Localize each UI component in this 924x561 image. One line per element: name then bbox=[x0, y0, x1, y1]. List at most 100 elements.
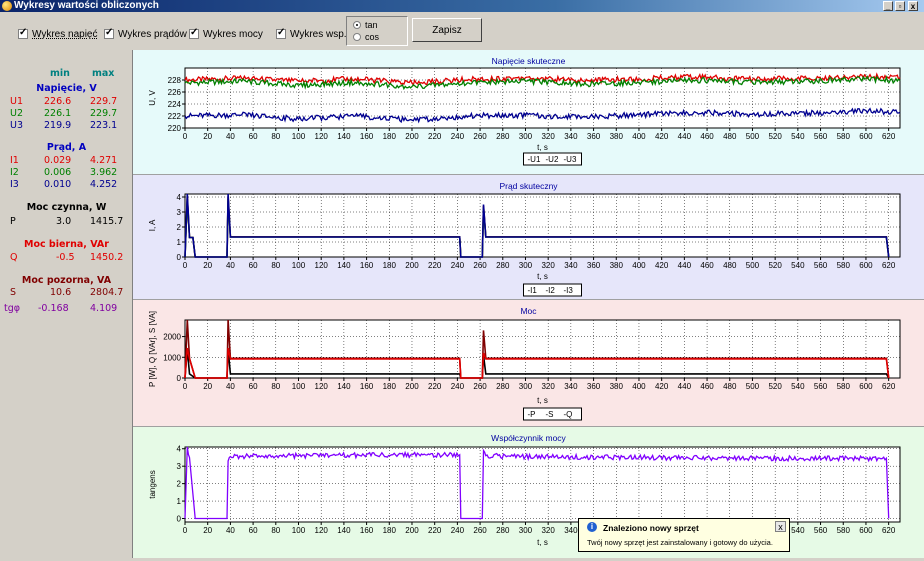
radio-dot[interactable] bbox=[353, 33, 361, 41]
x-tick-label: 240 bbox=[451, 382, 465, 391]
checkbox-box[interactable] bbox=[276, 27, 286, 39]
toolbar: Wykres napięć Wykres prądów Wykres mocy … bbox=[0, 12, 924, 50]
stat-max: 229.7 bbox=[90, 96, 118, 107]
y-axis-label: U, V bbox=[148, 90, 157, 106]
y-tick-label: 1000 bbox=[163, 353, 181, 362]
legend-entry: -I2 bbox=[546, 286, 556, 295]
y-tick-label: 4 bbox=[177, 193, 182, 202]
charts-area: Napięcie skuteczne 0 20 40 60 80 100 120 140 160… bbox=[133, 50, 924, 558]
stat-max: 4.109 bbox=[90, 303, 118, 314]
x-tick-label: 500 bbox=[746, 261, 760, 270]
x-tick-label: 620 bbox=[882, 132, 896, 141]
stat-min: 0.029 bbox=[44, 155, 72, 166]
checkbox-box[interactable] bbox=[18, 27, 28, 39]
x-tick-label: 20 bbox=[203, 132, 212, 141]
stat-name: I2 bbox=[10, 167, 19, 178]
x-tick-label: 80 bbox=[271, 382, 280, 391]
minimize-button[interactable]: _ bbox=[883, 1, 893, 11]
y-tick-label: 0 bbox=[177, 515, 182, 524]
checkbox-current-chart[interactable]: Wykres prądów bbox=[104, 27, 187, 41]
y-tick-label: 220 bbox=[168, 124, 182, 133]
x-tick-label: 80 bbox=[271, 132, 280, 141]
checkbox-box[interactable] bbox=[104, 27, 114, 39]
y-tick-label: 0 bbox=[177, 253, 182, 262]
x-tick-label: 20 bbox=[203, 526, 212, 535]
x-tick-label: 320 bbox=[541, 382, 555, 391]
stat-max: 1450.2 bbox=[90, 252, 124, 263]
x-tick-label: 560 bbox=[814, 132, 828, 141]
x-tick-label: 60 bbox=[249, 526, 258, 535]
stat-name: U2 bbox=[10, 108, 23, 119]
stat-max: 4.271 bbox=[90, 155, 118, 166]
reactive-power-heading: Moc bierna, VAr bbox=[24, 239, 109, 250]
x-tick-label: 0 bbox=[183, 526, 188, 535]
min-header: min bbox=[50, 68, 70, 79]
power-chart: 0 20 40 60 80 100 120 140 160 180 200 220 240 260 280 3… bbox=[148, 311, 901, 421]
x-tick-label: 200 bbox=[405, 261, 419, 270]
x-tick-label: 340 bbox=[564, 526, 578, 535]
legend-entry: -U3 bbox=[564, 155, 577, 164]
title-bar: Wykresy wartości obliczonych _ ▫ x bbox=[0, 0, 924, 12]
x-tick-label: 300 bbox=[519, 382, 533, 391]
factor-chart: 0 20 40 60 80 100 120 140 160 180 200 220 240 260 280 3… bbox=[148, 445, 901, 547]
x-tick-label: 300 bbox=[519, 261, 533, 270]
factor-chart-panel: Współczynnik mocy 0 20 40 60 80 100 120 140 160 1… bbox=[133, 427, 924, 558]
x-tick-label: 100 bbox=[292, 526, 306, 535]
x-tick-label: 120 bbox=[315, 132, 329, 141]
x-tick-label: 500 bbox=[746, 382, 760, 391]
x-tick-label: 540 bbox=[791, 132, 805, 141]
legend-entry: -S bbox=[546, 410, 554, 419]
checkbox-box[interactable] bbox=[189, 27, 199, 39]
x-axis-label: t, s bbox=[537, 143, 548, 152]
x-tick-label: 240 bbox=[451, 261, 465, 270]
notification-title: Znaleziono nowy sprzęt bbox=[603, 523, 699, 533]
checkbox-factor-chart[interactable]: Wykres wsp. bbox=[276, 27, 347, 41]
x-tick-label: 160 bbox=[360, 261, 374, 270]
y-tick-label: 224 bbox=[168, 100, 182, 109]
checkbox-power-chart[interactable]: Wykres mocy bbox=[189, 27, 263, 41]
x-tick-label: 500 bbox=[746, 132, 760, 141]
x-tick-label: 100 bbox=[292, 382, 306, 391]
x-tick-label: 600 bbox=[859, 132, 873, 141]
x-tick-label: 620 bbox=[882, 526, 896, 535]
x-tick-label: 360 bbox=[587, 382, 601, 391]
checkbox-label: Wykres prądów bbox=[118, 28, 187, 40]
y-tick-label: 2000 bbox=[163, 333, 181, 342]
notification-close-button[interactable]: x bbox=[775, 521, 786, 532]
x-tick-label: 620 bbox=[882, 382, 896, 391]
x-axis-label: t, s bbox=[537, 396, 548, 405]
x-tick-label: 220 bbox=[428, 261, 442, 270]
x-axis-label: t, s bbox=[537, 538, 548, 547]
chart-title: Współczynnik mocy bbox=[491, 433, 566, 443]
x-tick-label: 0 bbox=[183, 382, 188, 391]
x-tick-label: 180 bbox=[383, 261, 397, 270]
x-tick-label: 100 bbox=[292, 261, 306, 270]
x-tick-label: 560 bbox=[814, 261, 828, 270]
x-tick-label: 260 bbox=[473, 261, 487, 270]
checkbox-label: Wykres napięć bbox=[32, 28, 98, 40]
x-tick-label: 260 bbox=[473, 382, 487, 391]
checkbox-voltage-chart[interactable]: Wykres napięć bbox=[18, 27, 98, 41]
close-button[interactable]: x bbox=[908, 1, 918, 11]
save-button[interactable]: Zapisz bbox=[412, 18, 482, 42]
x-tick-label: 380 bbox=[610, 261, 624, 270]
x-tick-label: 600 bbox=[859, 382, 873, 391]
voltage-chart: 0 20 40 60 80 100 120 140 160 180 200 220 240 260 280 3… bbox=[148, 67, 901, 166]
radio-tan[interactable]: tan bbox=[353, 20, 378, 30]
x-tick-label: 400 bbox=[632, 261, 646, 270]
x-tick-label: 200 bbox=[405, 132, 419, 141]
x-tick-label: 40 bbox=[226, 526, 235, 535]
x-tick-label: 40 bbox=[226, 132, 235, 141]
new-hardware-notification[interactable]: i Znaleziono nowy sprzęt Twój nowy sprzę… bbox=[578, 518, 790, 552]
y-tick-label: 226 bbox=[168, 88, 182, 97]
legend-entry: -P bbox=[528, 410, 536, 419]
x-tick-label: 160 bbox=[360, 382, 374, 391]
stat-name: S bbox=[10, 287, 17, 298]
x-tick-label: 60 bbox=[249, 261, 258, 270]
x-tick-label: 540 bbox=[791, 261, 805, 270]
radio-cos[interactable]: cos bbox=[353, 32, 379, 42]
maximize-button[interactable]: ▫ bbox=[895, 1, 905, 11]
x-tick-label: 200 bbox=[405, 382, 419, 391]
chart-title: Napięcie skuteczne bbox=[491, 56, 566, 66]
radio-dot[interactable] bbox=[353, 21, 361, 29]
